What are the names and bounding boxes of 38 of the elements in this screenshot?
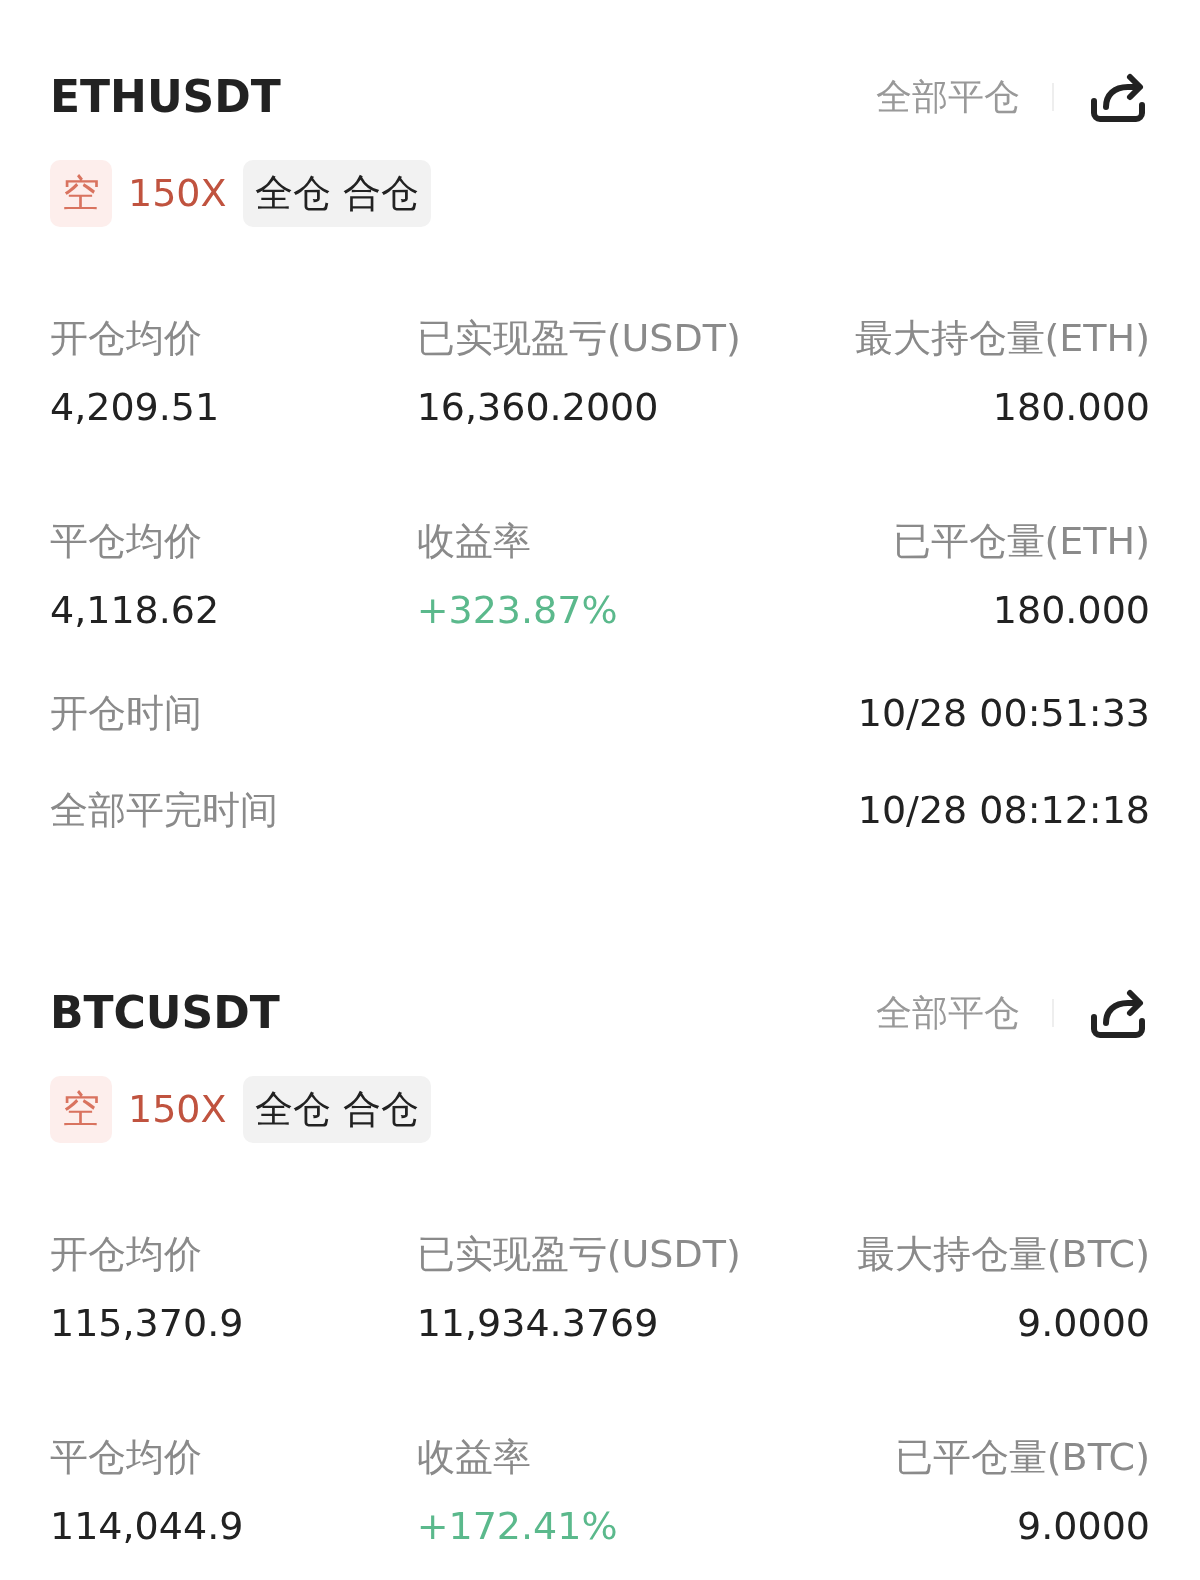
stat-value: +323.87% <box>416 587 618 634</box>
time-value: 10/28 00:51:33 <box>857 690 1150 737</box>
stat-label: 平仓均价 <box>50 1434 202 1481</box>
stat-value: 114,044.9 <box>50 1503 244 1550</box>
stat-value: 9.0000 <box>1017 1503 1150 1550</box>
stat-label: 平仓均价 <box>50 518 202 565</box>
stat-label: 最大持仓量(ETH) <box>854 315 1150 362</box>
stat-value: 180.000 <box>992 384 1150 431</box>
margin-mode-tag: 全仓 合仓 <box>242 160 431 227</box>
stat-label: 最大持仓量(BTC) <box>856 1231 1150 1278</box>
stat-value: 180.000 <box>992 587 1150 634</box>
stat-value: 4,118.62 <box>50 587 220 634</box>
symbol-title: BTCUSDT <box>50 991 280 1035</box>
side-tag: 空 <box>50 1076 112 1143</box>
time-label: 全部平完时间 <box>50 787 278 834</box>
stat-label: 收益率 <box>416 1434 531 1481</box>
side-tag: 空 <box>50 160 112 227</box>
stat-label: 已平仓量(ETH) <box>892 518 1150 565</box>
close-all-button[interactable]: 全部平仓 <box>876 995 1020 1031</box>
time-label: 开仓时间 <box>50 690 202 737</box>
stat-label: 已实现盈亏(USDT) <box>416 1231 741 1278</box>
stat-value: 115,370.9 <box>50 1300 244 1347</box>
stat-value: 9.0000 <box>1017 1300 1150 1347</box>
stat-value: +172.41% <box>416 1503 618 1550</box>
stat-value: 4,209.51 <box>50 384 220 431</box>
close-all-button[interactable]: 全部平仓 <box>876 79 1020 115</box>
time-value: 10/28 08:12:18 <box>857 787 1150 834</box>
symbol-title: ETHUSDT <box>50 75 281 119</box>
stat-label: 已实现盈亏(USDT) <box>416 315 741 362</box>
stat-label: 收益率 <box>416 518 531 565</box>
leverage-tag: 150X <box>128 165 227 222</box>
stat-value: 11,934.3769 <box>416 1300 659 1347</box>
stat-label: 已平仓量(BTC) <box>894 1434 1150 1481</box>
stat-value: 16,360.2000 <box>416 384 659 431</box>
stat-label: 开仓均价 <box>50 315 202 362</box>
leverage-tag: 150X <box>128 1081 227 1138</box>
stat-label: 开仓均价 <box>50 1231 202 1278</box>
margin-mode-tag: 全仓 合仓 <box>242 1076 431 1143</box>
